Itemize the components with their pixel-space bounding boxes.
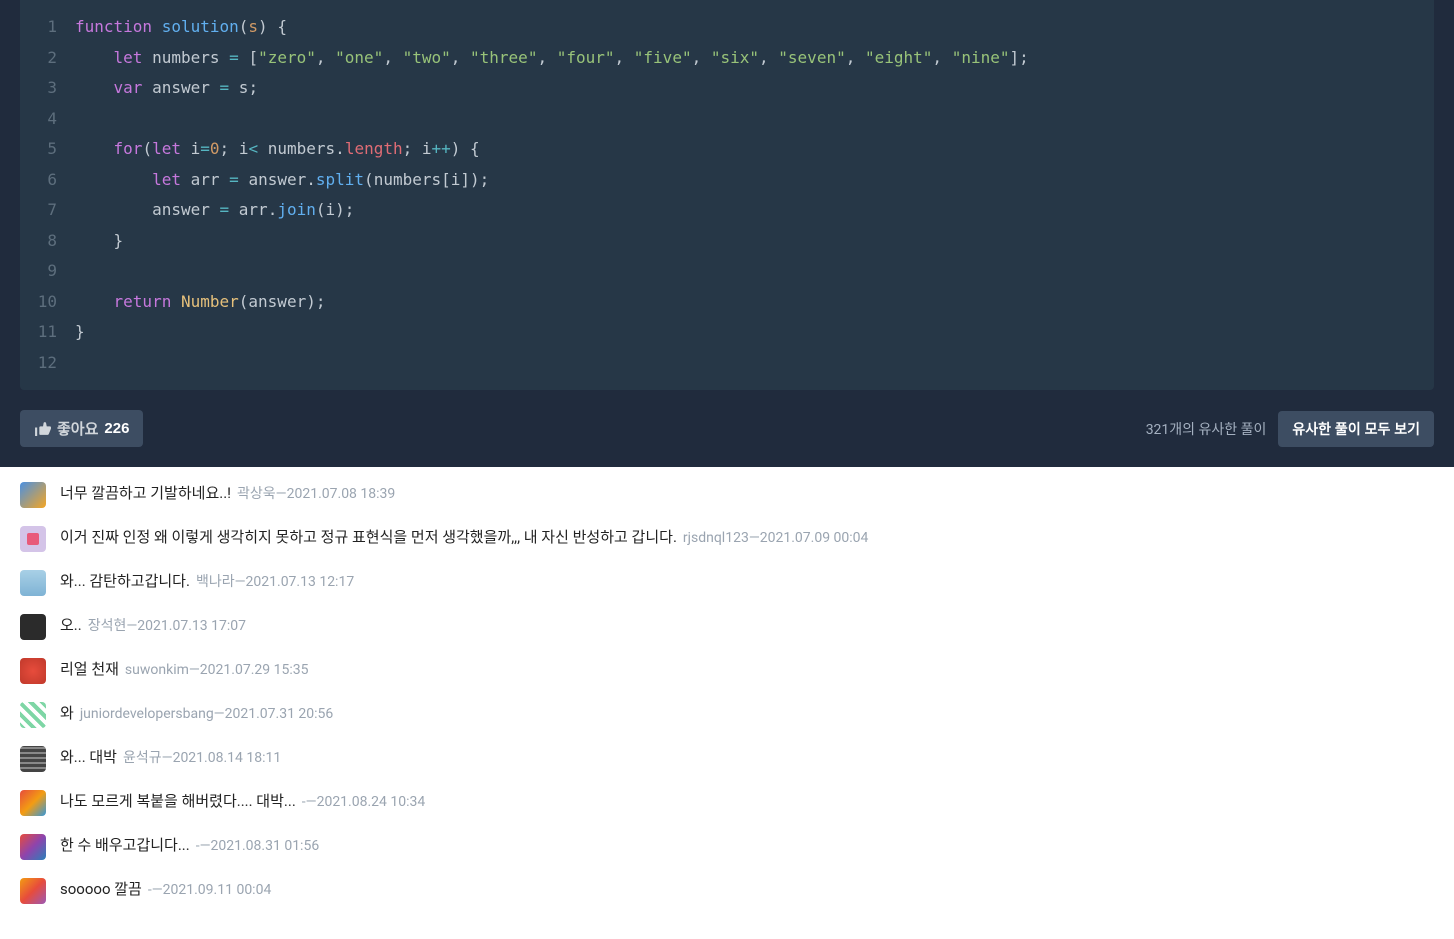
comment-text: 와... 대박 [60, 746, 117, 769]
comment-body: 나도 모르게 복붙을 해버렸다.... 대박... -―2021.08.24 10… [60, 790, 425, 813]
comments-section: 너무 깔끔하고 기발하네요..! 곽상욱―2021.07.08 18:39 이거 진… [0, 467, 1454, 937]
code-line: 6 let arr = answer.split(numbers[i]); [20, 165, 1434, 196]
avatar[interactable] [20, 746, 46, 772]
comment: 나도 모르게 복붙을 해버렸다.... 대박... -―2021.08.24 10… [20, 790, 1434, 816]
comment-text: 이거 진짜 인정 왜 이렇게 생각히지 못하고 정규 표현식을 먼저 생각했을까… [60, 526, 677, 549]
line-number: 11 [20, 317, 75, 348]
avatar[interactable] [20, 570, 46, 596]
comment-body: 와... 대박 윤석규―2021.08.14 18:11 [60, 746, 281, 769]
code-line: 7 answer = arr.join(i); [20, 195, 1434, 226]
comment: 오.. 장석현―2021.07.13 17:07 [20, 614, 1434, 640]
line-number: 5 [20, 134, 75, 165]
line-number: 12 [20, 348, 75, 379]
comment-body: sooooo 깔끔 -―2021.09.11 00:04 [60, 878, 271, 901]
comment: 한 수 배우고갑니다... -―2021.08.31 01:56 [20, 834, 1434, 860]
like-count: 226 [104, 420, 129, 437]
code-line: 2 let numbers = ["zero", "one", "two", "… [20, 43, 1434, 74]
code-line: 10 return Number(answer); [20, 287, 1434, 318]
code-line: 3 var answer = s; [20, 73, 1434, 104]
code-content: return Number(answer); [75, 287, 325, 318]
comment-text: sooooo 깔끔 [60, 878, 142, 901]
code-content: function solution(s) { [75, 12, 287, 43]
comment-body: 너무 깔끔하고 기발하네요..! 곽상욱―2021.07.08 18:39 [60, 482, 395, 505]
comment-body: 오.. 장석현―2021.07.13 17:07 [60, 614, 246, 637]
comment-body: 와 juniordevelopersbang―2021.07.31 20:56 [60, 702, 333, 725]
line-number: 8 [20, 226, 75, 257]
comment-body: 와... 감탄하고갑니다. 백나라―2021.07.13 12:17 [60, 570, 354, 593]
similar-solutions-count: 321개의 유사한 풀이 [1146, 419, 1267, 439]
view-similar-button[interactable]: 유사한 풀이 모두 보기 [1278, 411, 1434, 447]
comment-meta: suwonkim―2021.07.29 15:35 [125, 660, 309, 681]
code-line: 5 for(let i=0; i< numbers.length; i++) { [20, 134, 1434, 165]
comment-meta: -―2021.08.24 10:34 [302, 792, 425, 813]
code-content: } [75, 226, 123, 257]
code-block[interactable]: 1function solution(s) {2 let numbers = [… [20, 0, 1434, 390]
line-number: 1 [20, 12, 75, 43]
comment-meta: 장석현―2021.07.13 17:07 [88, 616, 246, 637]
comment-meta: -―2021.08.31 01:56 [196, 836, 319, 857]
comment-body: 이거 진짜 인정 왜 이렇게 생각히지 못하고 정규 표현식을 먼저 생각했을까… [60, 526, 868, 549]
like-button[interactable]: 좋아요 226 [20, 410, 143, 447]
comment-text: 한 수 배우고갑니다... [60, 834, 190, 857]
comment-text: 와 [60, 702, 74, 725]
line-number: 3 [20, 73, 75, 104]
code-content: } [75, 317, 85, 348]
avatar[interactable] [20, 658, 46, 684]
like-label: 좋아요 [57, 418, 98, 439]
code-content: let numbers = ["zero", "one", "two", "th… [75, 43, 1029, 74]
line-number: 4 [20, 104, 75, 135]
comment-text: 나도 모르게 복붙을 해버렸다.... 대박... [60, 790, 296, 813]
comment-meta: -―2021.09.11 00:04 [148, 880, 271, 901]
comment: 리얼 천재 suwonkim―2021.07.29 15:35 [20, 658, 1434, 684]
comment-text: 오.. [60, 614, 82, 637]
comment-text: 와... 감탄하고갑니다. [60, 570, 190, 593]
code-line: 1function solution(s) { [20, 12, 1434, 43]
code-content: var answer = s; [75, 73, 258, 104]
right-actions: 321개의 유사한 풀이 유사한 풀이 모두 보기 [1146, 411, 1434, 447]
avatar[interactable] [20, 834, 46, 860]
code-content: let arr = answer.split(numbers[i]); [75, 165, 489, 196]
code-section: 1function solution(s) {2 let numbers = [… [0, 0, 1454, 467]
comment-meta: 윤석규―2021.08.14 18:11 [123, 748, 281, 769]
code-line: 8 } [20, 226, 1434, 257]
avatar[interactable] [20, 790, 46, 816]
comment-body: 한 수 배우고갑니다... -―2021.08.31 01:56 [60, 834, 319, 857]
comment-meta: rjsdnql123―2021.07.09 00:04 [683, 528, 869, 549]
comment-meta: juniordevelopersbang―2021.07.31 20:56 [80, 704, 333, 725]
code-line: 12 [20, 348, 1434, 379]
comment-meta: 백나라―2021.07.13 12:17 [196, 572, 354, 593]
comment: 이거 진짜 인정 왜 이렇게 생각히지 못하고 정규 표현식을 먼저 생각했을까… [20, 526, 1434, 552]
line-number: 2 [20, 43, 75, 74]
comment-body: 리얼 천재 suwonkim―2021.07.29 15:35 [60, 658, 308, 681]
code-content: for(let i=0; i< numbers.length; i++) { [75, 134, 480, 165]
code-line: 9 [20, 256, 1434, 287]
comment-meta: 곽상욱―2021.07.08 18:39 [237, 484, 395, 505]
comment-text: 너무 깔끔하고 기발하네요..! [60, 482, 231, 505]
comment-text: 리얼 천재 [60, 658, 119, 681]
avatar[interactable] [20, 878, 46, 904]
line-number: 6 [20, 165, 75, 196]
avatar[interactable] [20, 614, 46, 640]
code-content: answer = arr.join(i); [75, 195, 354, 226]
comment: 너무 깔끔하고 기발하네요..! 곽상욱―2021.07.08 18:39 [20, 482, 1434, 508]
comment: 와... 대박 윤석규―2021.08.14 18:11 [20, 746, 1434, 772]
avatar[interactable] [20, 702, 46, 728]
avatar[interactable] [20, 526, 46, 552]
comment: 와... 감탄하고갑니다. 백나라―2021.07.13 12:17 [20, 570, 1434, 596]
code-line: 4 [20, 104, 1434, 135]
thumbs-up-icon [34, 420, 51, 437]
line-number: 9 [20, 256, 75, 287]
comment: sooooo 깔끔 -―2021.09.11 00:04 [20, 878, 1434, 904]
line-number: 10 [20, 287, 75, 318]
comment: 와 juniordevelopersbang―2021.07.31 20:56 [20, 702, 1434, 728]
line-number: 7 [20, 195, 75, 226]
code-line: 11} [20, 317, 1434, 348]
avatar[interactable] [20, 482, 46, 508]
action-bar: 좋아요 226 321개의 유사한 풀이 유사한 풀이 모두 보기 [0, 410, 1454, 467]
